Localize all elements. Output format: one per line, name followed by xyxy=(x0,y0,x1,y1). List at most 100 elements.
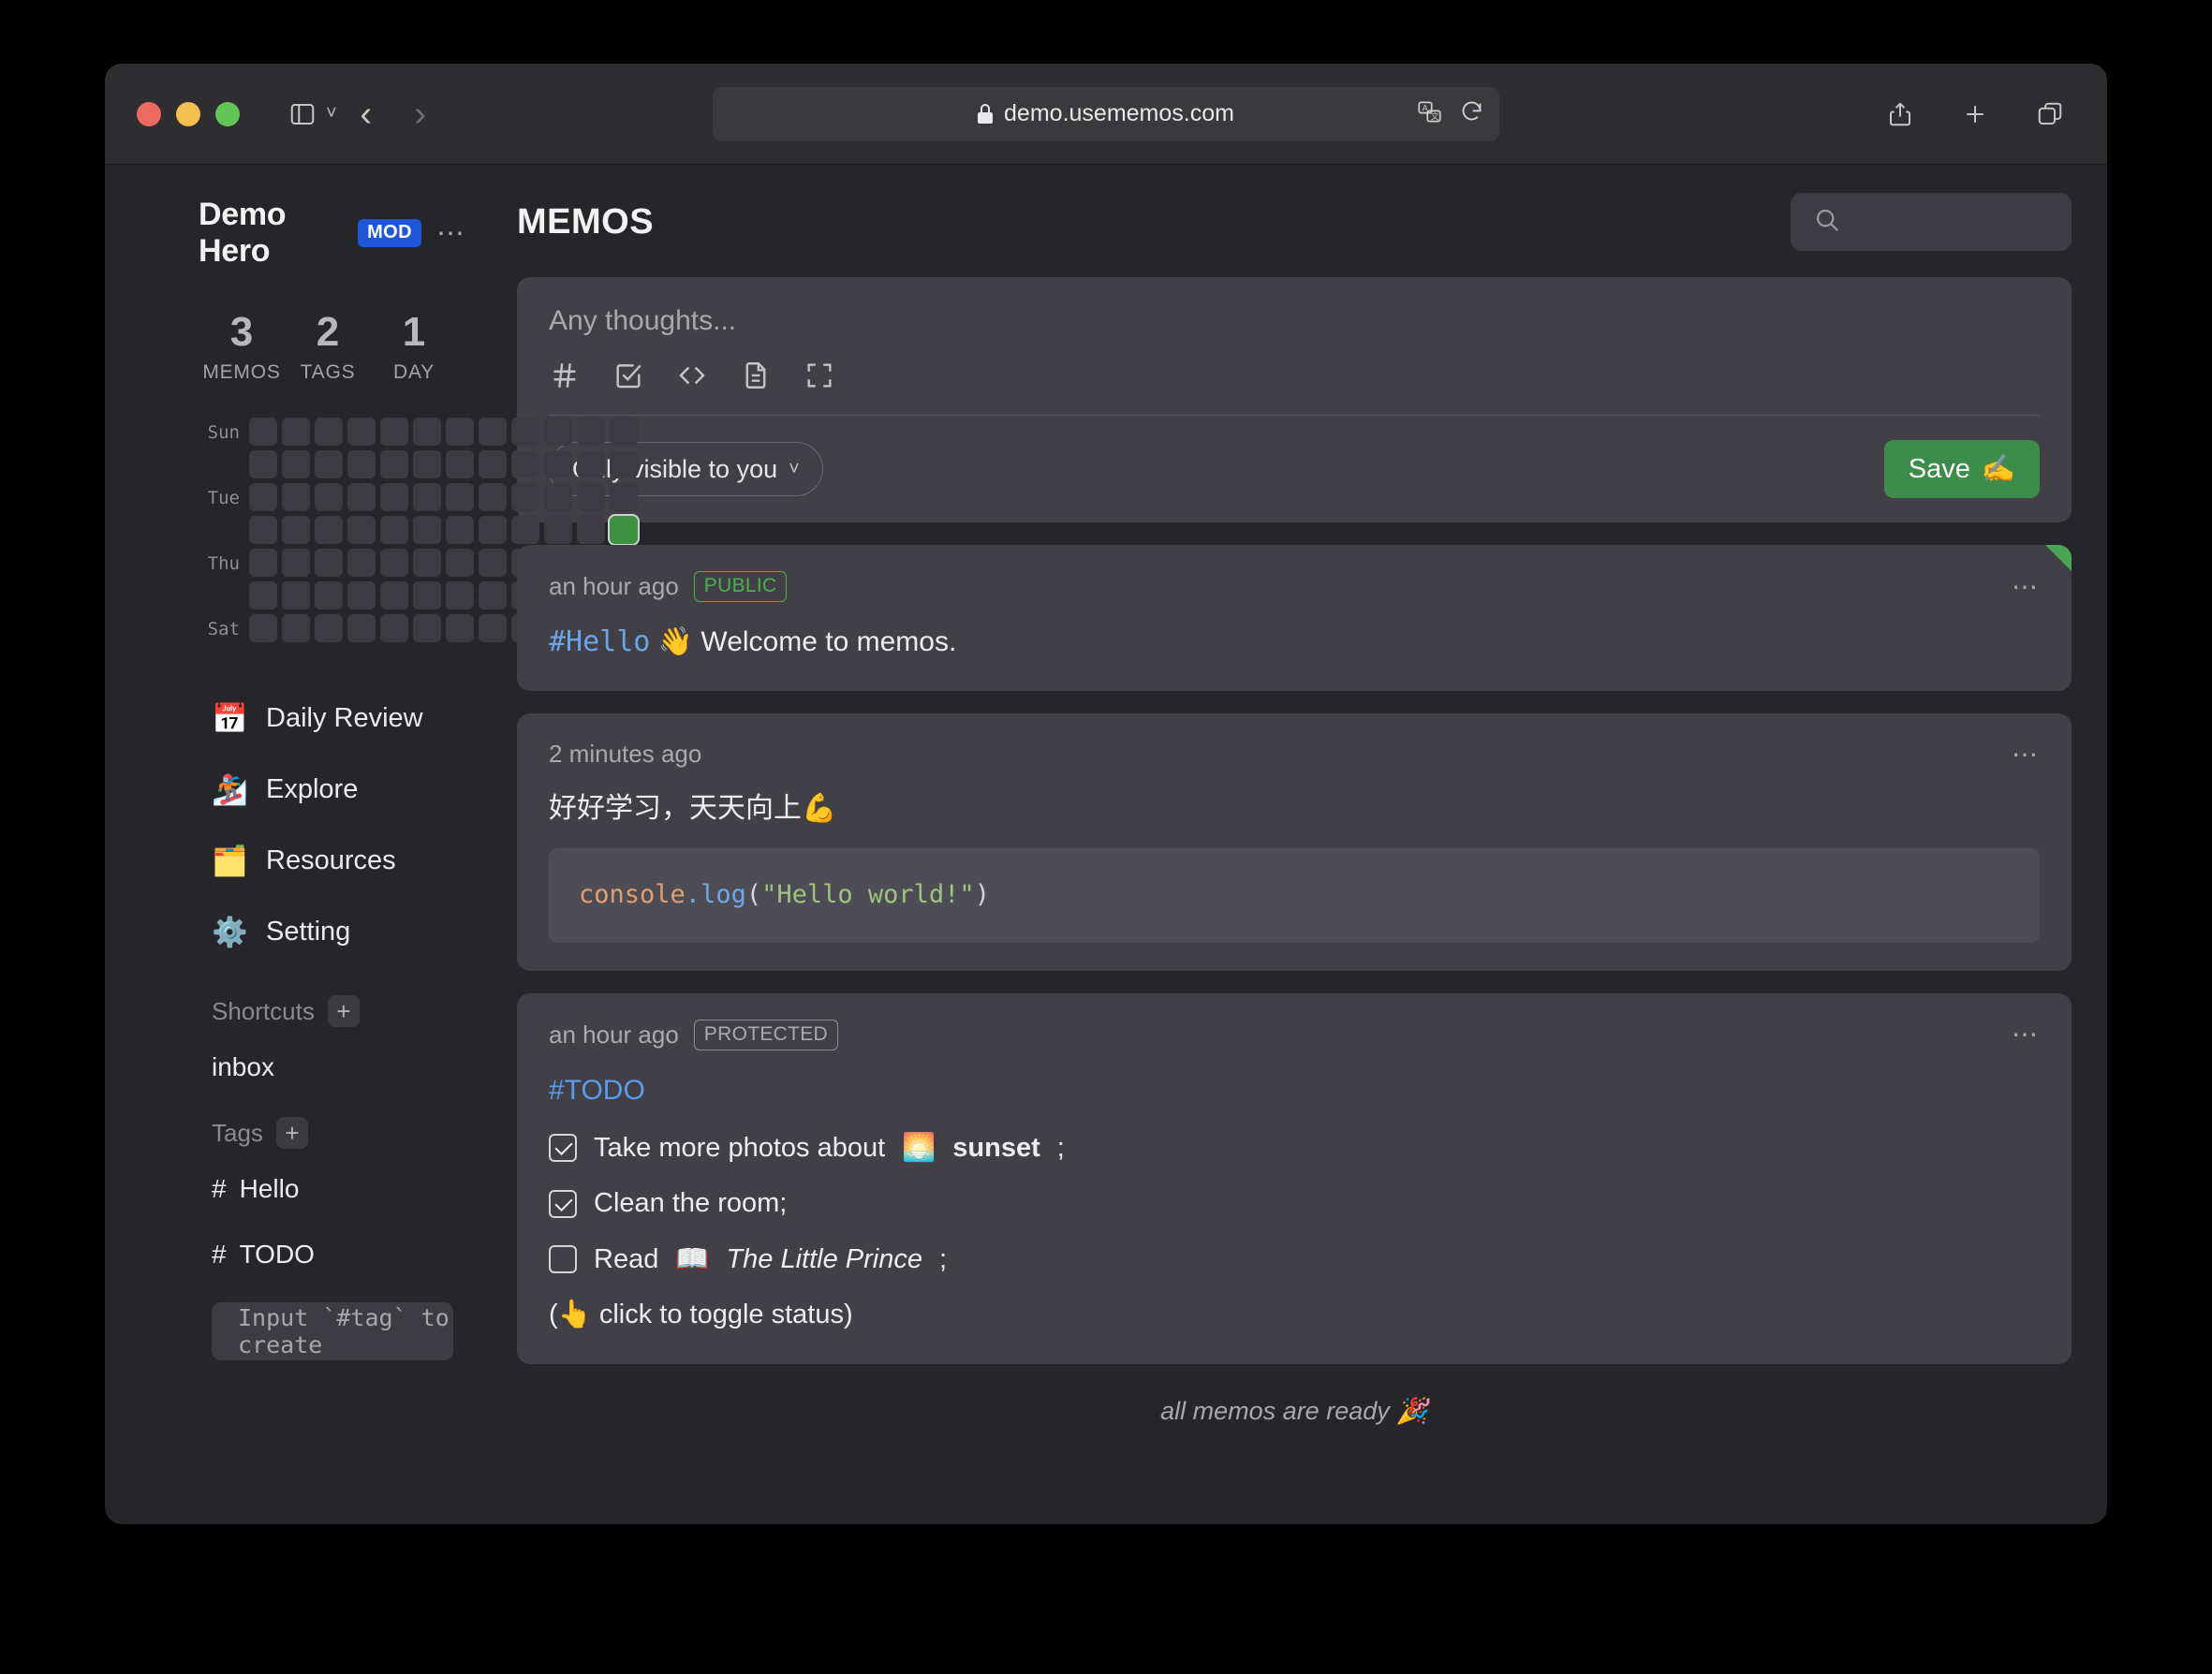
heatmap-cell[interactable] xyxy=(249,418,277,446)
memo-editor[interactable]: Any thoughts... xyxy=(517,277,2072,522)
sidebar-item-resources[interactable]: 🗂️Resources xyxy=(199,825,466,896)
heatmap-cell[interactable] xyxy=(380,483,408,511)
heatmap-cell[interactable] xyxy=(282,483,310,511)
heatmap-cell[interactable] xyxy=(282,614,310,642)
plus-icon[interactable] xyxy=(1950,89,2000,140)
heatmap-cell[interactable] xyxy=(479,581,507,609)
heatmap-cell[interactable] xyxy=(380,581,408,609)
sidebar-item-explore[interactable]: 🏂Explore xyxy=(199,754,466,825)
heatmap-cell[interactable] xyxy=(544,418,572,446)
heatmap-cell[interactable] xyxy=(511,483,539,511)
heatmap-cell[interactable] xyxy=(479,483,507,511)
heatmap-cell[interactable] xyxy=(249,483,277,511)
heatmap-cell[interactable] xyxy=(380,450,408,478)
sidebar-dropdown-icon[interactable]: ˅ xyxy=(326,103,337,125)
heatmap-cell[interactable] xyxy=(282,516,310,544)
heatmap-cell[interactable] xyxy=(446,581,474,609)
heatmap-cell[interactable] xyxy=(347,614,376,642)
fullscreen-icon[interactable] xyxy=(804,360,835,396)
heatmap-cell[interactable] xyxy=(577,516,605,544)
back-chevron-icon[interactable]: ‹ xyxy=(341,89,391,140)
tab-overview-icon[interactable] xyxy=(2025,89,2075,140)
heatmap-cell[interactable] xyxy=(282,450,310,478)
ellipsis-icon[interactable]: ⋯ xyxy=(2012,748,2040,761)
heatmap-cell[interactable] xyxy=(315,450,343,478)
heatmap-cell[interactable] xyxy=(479,549,507,577)
ellipsis-icon[interactable]: ⋯ xyxy=(2012,580,2040,594)
heatmap-cell[interactable] xyxy=(577,483,605,511)
heatmap-cell[interactable] xyxy=(413,614,441,642)
check-square-icon[interactable] xyxy=(612,360,644,396)
todo-item[interactable]: Clean the room; xyxy=(549,1183,2040,1225)
heatmap-cell[interactable] xyxy=(249,549,277,577)
heatmap-cell[interactable] xyxy=(610,450,638,478)
hash-icon[interactable] xyxy=(549,360,581,396)
tag-link[interactable]: #Hello xyxy=(549,625,650,658)
heatmap-cell[interactable] xyxy=(413,549,441,577)
add-tag-button[interactable]: + xyxy=(276,1117,308,1149)
heatmap-cell[interactable] xyxy=(544,516,572,544)
heatmap-cell[interactable] xyxy=(479,450,507,478)
minimize-window-button[interactable] xyxy=(176,102,200,126)
maximize-window-button[interactable] xyxy=(215,102,240,126)
heatmap-cell[interactable] xyxy=(347,516,376,544)
heatmap-cell[interactable] xyxy=(315,549,343,577)
memo-card[interactable]: an hour ago PUBLIC ⋯ #Hello 👋 Welcome to… xyxy=(517,545,2072,691)
add-shortcut-button[interactable]: + xyxy=(328,995,360,1027)
checkbox-icon[interactable] xyxy=(549,1190,577,1218)
heatmap-cell[interactable] xyxy=(315,516,343,544)
heatmap-cell[interactable] xyxy=(282,418,310,446)
heatmap-cell[interactable] xyxy=(347,450,376,478)
heatmap-cell[interactable] xyxy=(380,418,408,446)
heatmap-cell[interactable] xyxy=(380,516,408,544)
heatmap-cell[interactable] xyxy=(479,418,507,446)
heatmap-cell[interactable] xyxy=(511,516,539,544)
heatmap-cell[interactable] xyxy=(347,549,376,577)
heatmap-cell[interactable] xyxy=(610,418,638,446)
heatmap-cell[interactable] xyxy=(413,516,441,544)
heatmap-cell[interactable] xyxy=(610,516,638,544)
heatmap-cell[interactable] xyxy=(249,614,277,642)
heatmap-cell[interactable] xyxy=(446,450,474,478)
search-input[interactable] xyxy=(1791,193,2072,251)
tag-link[interactable]: #TODO xyxy=(549,1069,2040,1111)
heatmap-cell[interactable] xyxy=(347,483,376,511)
heatmap-cell[interactable] xyxy=(544,483,572,511)
share-icon[interactable] xyxy=(1875,89,1925,140)
heatmap-cell[interactable] xyxy=(446,549,474,577)
tag-item-todo[interactable]: # TODO xyxy=(199,1222,466,1287)
heatmap-cell[interactable] xyxy=(610,483,638,511)
forward-chevron-icon[interactable]: › xyxy=(395,89,446,140)
shortcut-item-inbox[interactable]: inbox xyxy=(199,1035,466,1100)
address-bar[interactable]: demo.usememos.com A 文 xyxy=(713,87,1499,141)
heatmap-cell[interactable] xyxy=(315,581,343,609)
heatmap-cell[interactable] xyxy=(577,450,605,478)
heatmap-cell[interactable] xyxy=(413,450,441,478)
heatmap-cell[interactable] xyxy=(511,450,539,478)
heatmap-cell[interactable] xyxy=(446,614,474,642)
heatmap-cell[interactable] xyxy=(282,549,310,577)
heatmap-cell[interactable] xyxy=(479,614,507,642)
memo-card[interactable]: an hour ago PROTECTED ⋯ #TODO Take more … xyxy=(517,993,2072,1364)
heatmap-cell[interactable] xyxy=(347,581,376,609)
checkbox-icon[interactable] xyxy=(549,1245,577,1273)
translate-icon[interactable]: A 文 xyxy=(1417,99,1442,129)
heatmap-cell[interactable] xyxy=(249,516,277,544)
heatmap-cell[interactable] xyxy=(511,418,539,446)
heatmap-cell[interactable] xyxy=(577,418,605,446)
heatmap-cell[interactable] xyxy=(413,418,441,446)
heatmap-cell[interactable] xyxy=(544,450,572,478)
heatmap-cell[interactable] xyxy=(479,516,507,544)
tag-item-hello[interactable]: # Hello xyxy=(199,1156,466,1222)
heatmap-cell[interactable] xyxy=(380,614,408,642)
heatmap-cell[interactable] xyxy=(446,516,474,544)
todo-item[interactable]: Read 📖 The Little Prince ; xyxy=(549,1240,2040,1281)
heatmap-cell[interactable] xyxy=(249,450,277,478)
heatmap-cell[interactable] xyxy=(282,581,310,609)
file-text-icon[interactable] xyxy=(740,360,772,396)
ellipsis-icon[interactable]: ⋯ xyxy=(2012,1028,2040,1041)
ellipsis-icon[interactable]: ⋯ xyxy=(436,227,466,241)
sidebar-toggle-icon[interactable] xyxy=(277,89,328,140)
heatmap-cell[interactable] xyxy=(446,483,474,511)
heatmap-cell[interactable] xyxy=(347,418,376,446)
